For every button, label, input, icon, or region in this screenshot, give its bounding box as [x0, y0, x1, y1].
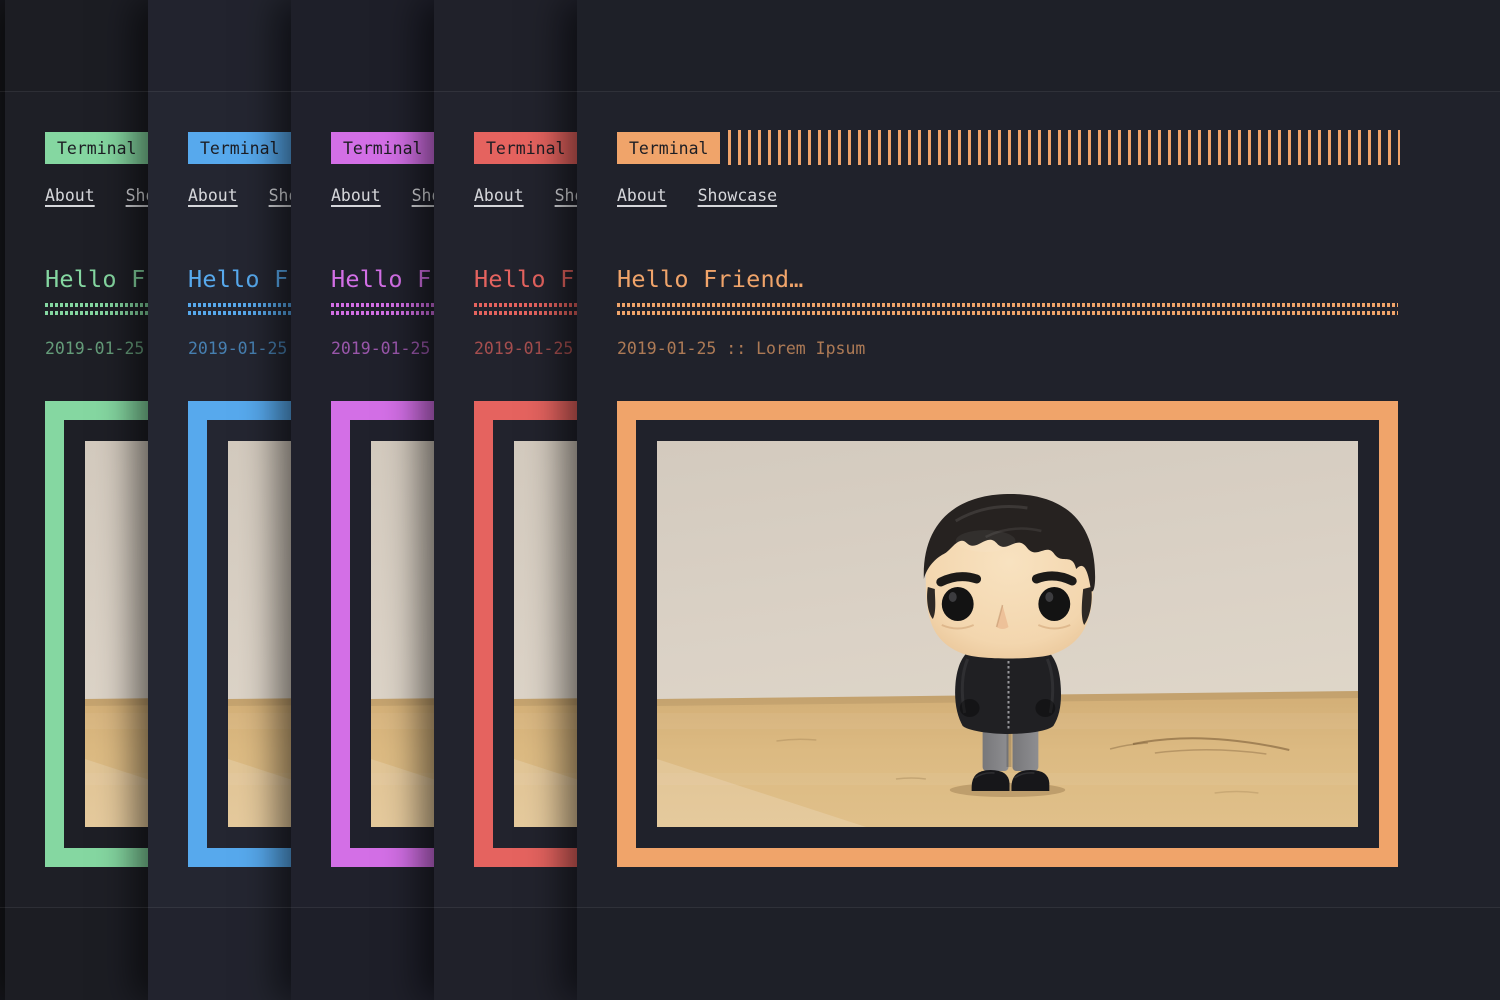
top-rule-line [0, 91, 1500, 92]
site-logo-label: Terminal [629, 139, 708, 158]
post-title-link[interactable]: Hello Friend… [617, 265, 804, 293]
top-dim-strip [0, 0, 1500, 91]
theme-showcase-canvas: Terminal About Showcase Hello Friend… 20… [0, 0, 1500, 1000]
site-logo[interactable]: Terminal [474, 132, 577, 164]
dotted-separator [617, 303, 1398, 315]
site-logo-label: Terminal [486, 139, 565, 158]
nav-link-about[interactable]: About [617, 186, 667, 205]
bottom-dim-strip [0, 908, 1500, 1000]
site-logo-label: Terminal [57, 139, 136, 158]
site-logo-label: Terminal [343, 139, 422, 158]
nav-link-about[interactable]: About [331, 186, 381, 205]
nav-link-about[interactable]: About [45, 186, 95, 205]
nav-link-about[interactable]: About [188, 186, 238, 205]
site-logo[interactable]: Terminal [45, 132, 148, 164]
site-logo[interactable]: Terminal [617, 132, 720, 164]
nav-link-showcase[interactable]: Showcase [698, 186, 777, 205]
post-meta: 2019-01-25 :: Lorem Ipsum [617, 339, 865, 358]
post-cover-frame [617, 401, 1398, 867]
nav-link-about[interactable]: About [474, 186, 524, 205]
bottom-rule-line [0, 907, 1500, 908]
main-nav: About Showcase [617, 186, 798, 205]
site-logo[interactable]: Terminal [331, 132, 434, 164]
site-logo[interactable]: Terminal [188, 132, 291, 164]
header-bars-decoration [728, 130, 1400, 165]
theme-panel-orange: Terminal About Showcase Hello Friend… 20… [577, 0, 1500, 1000]
funko-pop-photo [657, 441, 1358, 827]
site-logo-label: Terminal [200, 139, 279, 158]
